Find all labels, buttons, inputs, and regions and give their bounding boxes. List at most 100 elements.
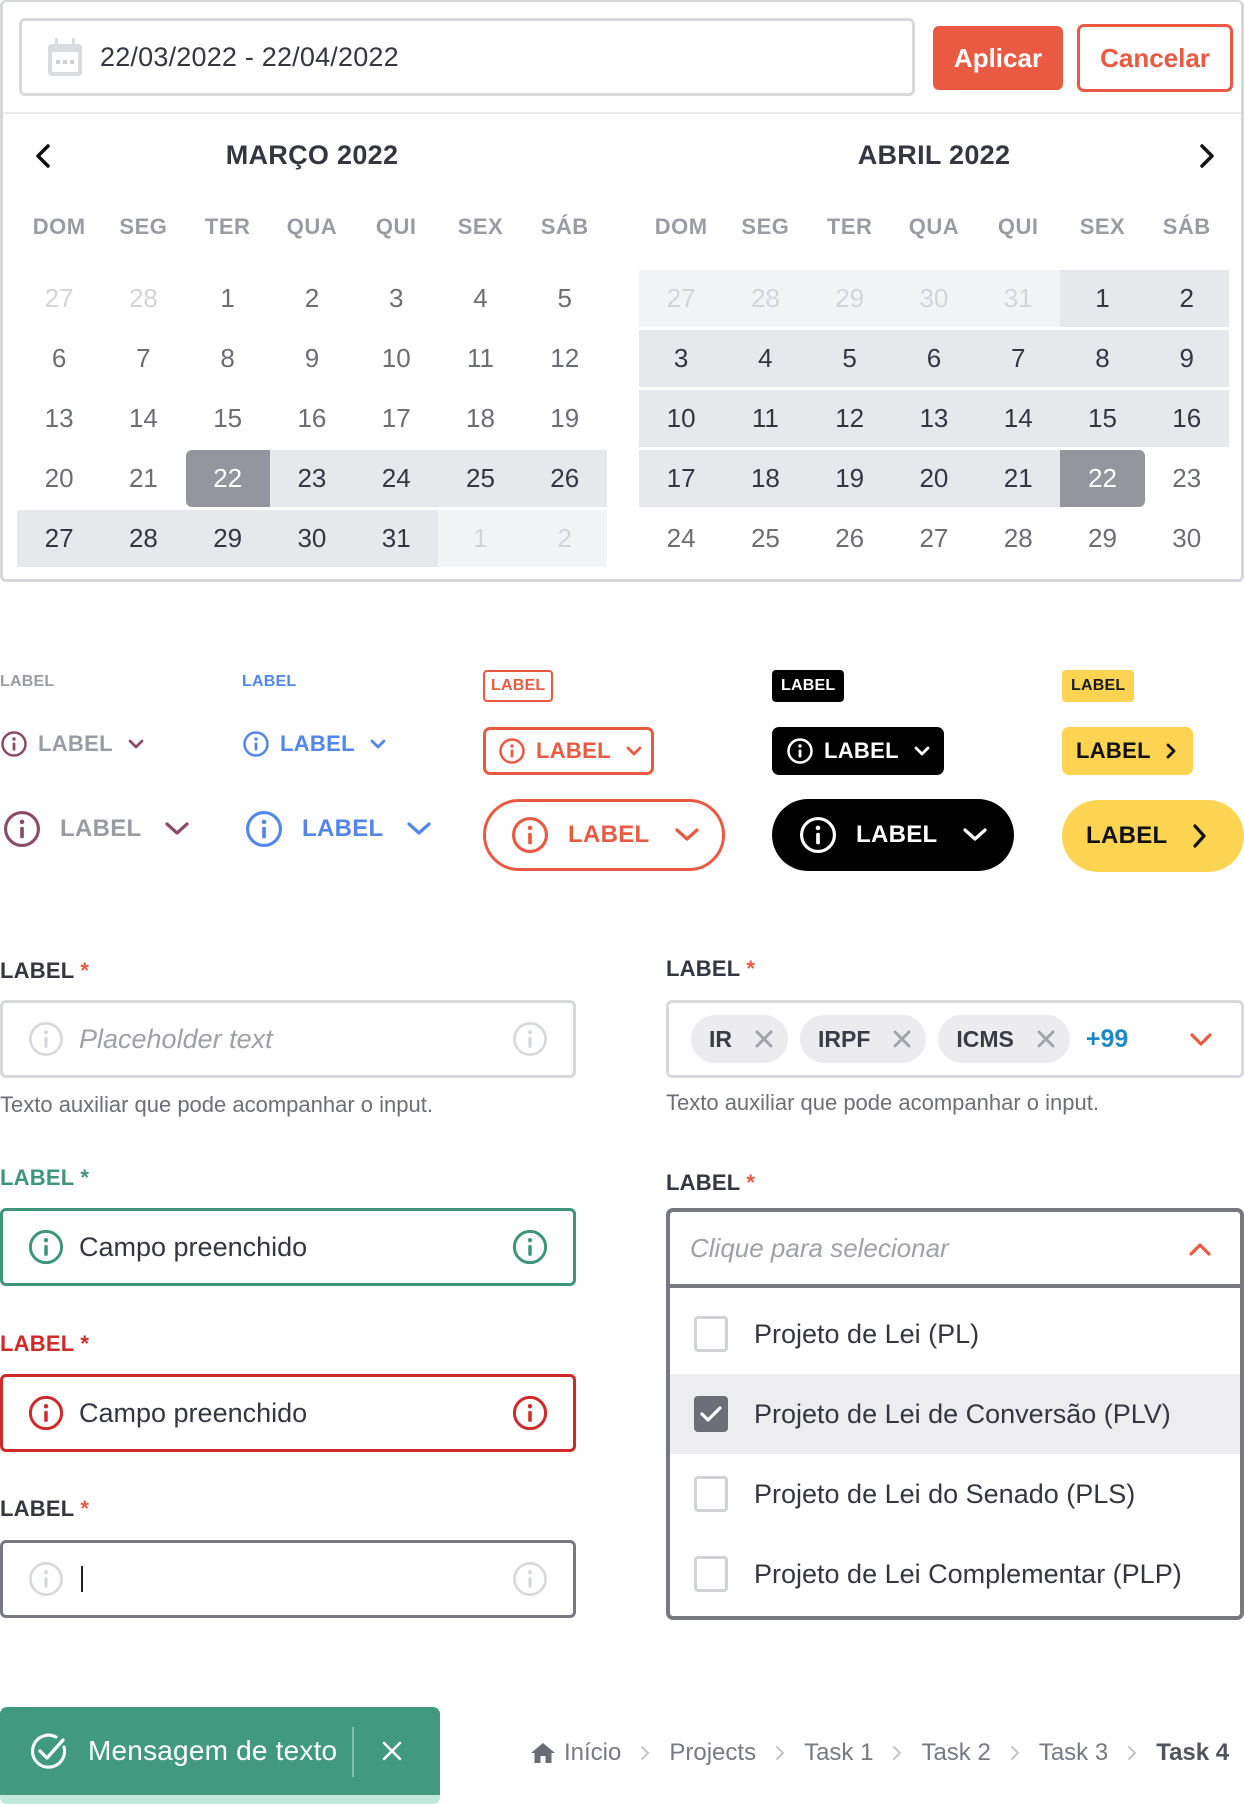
date-range-input[interactable]: 22/03/2022 - 22/04/2022 <box>19 18 915 96</box>
multi-select-field[interactable]: IR IRPF ICMS +99 <box>666 1000 1244 1078</box>
select-option[interactable]: Projeto de Lei do Senado (PLS) <box>670 1454 1240 1534</box>
tag-large-red-outline[interactable]: LABEL <box>483 799 725 871</box>
calendar-day[interactable]: 29 <box>185 510 270 567</box>
calendar-day[interactable]: 1 <box>1060 270 1145 327</box>
calendar-day[interactable]: 28 <box>723 270 808 327</box>
calendar-day[interactable]: 12 <box>807 390 892 447</box>
calendar-day[interactable]: 18 <box>438 390 522 447</box>
breadcrumb-item-task-3[interactable]: Task 3 <box>1039 1739 1108 1767</box>
tag-medium-red-outline[interactable]: LABEL <box>483 727 654 775</box>
calendar-day[interactable]: 21 <box>976 450 1061 507</box>
close-icon[interactable] <box>892 1029 912 1049</box>
calendar-day[interactable]: 29 <box>807 270 892 327</box>
calendar-day[interactable]: 26 <box>808 510 892 567</box>
calendar-day[interactable]: 3 <box>639 330 724 387</box>
calendar-day[interactable]: 28 <box>976 510 1060 567</box>
text-field-error[interactable]: Campo preenchido <box>0 1374 576 1452</box>
calendar-day[interactable]: 31 <box>354 510 439 567</box>
calendar-day[interactable]: 11 <box>723 390 808 447</box>
calendar-day[interactable]: 27 <box>892 510 976 567</box>
calendar-day[interactable]: 4 <box>438 270 522 327</box>
calendar-day[interactable]: 16 <box>270 390 354 447</box>
calendar-day[interactable]: 9 <box>1144 330 1229 387</box>
select-trigger[interactable]: Clique para selecionar <box>670 1212 1240 1288</box>
checkbox[interactable] <box>694 1476 728 1512</box>
calendar-day[interactable]: 9 <box>270 330 354 387</box>
calendar-day[interactable]: 2 <box>1144 270 1229 327</box>
calendar-day[interactable]: 28 <box>101 510 186 567</box>
calendar-day[interactable]: 20 <box>17 450 101 507</box>
calendar-day[interactable]: 5 <box>523 270 607 327</box>
calendar-day[interactable]: 27 <box>17 270 101 327</box>
select-option[interactable]: Projeto de Lei Complementar (PLP) <box>670 1534 1240 1614</box>
chevron-down-icon[interactable] <box>1187 1027 1215 1053</box>
calendar-day[interactable]: 25 <box>723 510 807 567</box>
calendar-day[interactable]: 11 <box>438 330 522 387</box>
checkbox[interactable] <box>694 1556 728 1592</box>
calendar-day[interactable]: 21 <box>101 450 185 507</box>
calendar-day[interactable]: 12 <box>523 330 607 387</box>
calendar-day[interactable]: 15 <box>1060 390 1145 447</box>
close-icon[interactable] <box>754 1029 774 1049</box>
tag-medium-blue[interactable]: LABEL <box>242 720 387 768</box>
tag-large-yellow[interactable]: LABEL <box>1062 800 1244 872</box>
tag-medium-plain[interactable]: LABEL <box>0 720 145 768</box>
calendar-day[interactable]: 13 <box>891 390 977 447</box>
breadcrumb-item-projects[interactable]: Projects <box>669 1739 756 1767</box>
calendar-day[interactable]: 2 <box>522 510 607 567</box>
checkbox[interactable] <box>694 1316 728 1352</box>
calendar-day[interactable]: 15 <box>186 390 270 447</box>
calendar-day[interactable]: 14 <box>101 390 185 447</box>
tag-large-black[interactable]: LABEL <box>772 799 1014 871</box>
calendar-day[interactable]: 27 <box>639 270 724 327</box>
calendar-day[interactable]: 16 <box>1144 390 1229 447</box>
breadcrumb-item-task-2[interactable]: Task 2 <box>921 1739 990 1767</box>
breadcrumb-item-inicio[interactable]: Início <box>564 1739 621 1767</box>
close-icon[interactable] <box>1036 1029 1056 1049</box>
calendar-day[interactable]: 14 <box>976 390 1061 447</box>
calendar-day[interactable]: 6 <box>891 330 977 387</box>
cancel-button[interactable]: Cancelar <box>1077 24 1233 92</box>
calendar-day[interactable]: 20 <box>891 450 977 507</box>
calendar-day[interactable]: 8 <box>1060 330 1145 387</box>
chevron-up-icon[interactable] <box>1186 1236 1214 1262</box>
calendar-day[interactable]: 10 <box>639 390 724 447</box>
calendar-day[interactable]: 2 <box>270 270 354 327</box>
calendar-day-selected[interactable]: 22 <box>185 450 270 507</box>
calendar-day[interactable]: 1 <box>186 270 270 327</box>
tag-medium-yellow[interactable]: LABEL <box>1062 727 1193 775</box>
calendar-day[interactable]: 30 <box>269 510 355 567</box>
checkbox[interactable] <box>694 1396 728 1432</box>
calendar-day[interactable]: 6 <box>17 330 101 387</box>
text-field-focused[interactable] <box>0 1540 576 1618</box>
calendar-day[interactable]: 8 <box>186 330 270 387</box>
calendar-day[interactable]: 23 <box>269 450 355 507</box>
text-field-success[interactable]: Campo preenchido <box>0 1208 576 1286</box>
calendar-day[interactable]: 10 <box>354 330 438 387</box>
calendar-day[interactable]: 7 <box>976 330 1061 387</box>
tag-large-plain[interactable]: LABEL <box>2 793 190 865</box>
calendar-day[interactable]: 26 <box>522 450 607 507</box>
close-icon[interactable] <box>378 1733 406 1769</box>
calendar-day[interactable]: 24 <box>354 450 439 507</box>
tag-medium-black[interactable]: LABEL <box>772 727 944 775</box>
calendar-day[interactable]: 4 <box>723 330 808 387</box>
calendar-day[interactable]: 31 <box>976 270 1061 327</box>
tag-large-blue[interactable]: LABEL <box>244 793 432 865</box>
calendar-day[interactable]: 19 <box>523 390 607 447</box>
calendar-day[interactable]: 13 <box>17 390 101 447</box>
calendar-day[interactable]: 5 <box>807 330 892 387</box>
calendar-day-selected[interactable]: 22 <box>1060 450 1145 507</box>
calendar-day[interactable]: 7 <box>101 330 185 387</box>
calendar-day[interactable]: 1 <box>438 510 523 567</box>
calendar-day[interactable]: 29 <box>1060 510 1144 567</box>
more-count[interactable]: +99 <box>1086 1025 1128 1054</box>
calendar-day[interactable]: 23 <box>1145 450 1229 507</box>
calendar-day[interactable]: 30 <box>1145 510 1229 567</box>
select-option[interactable]: Projeto de Lei de Conversão (PLV) <box>670 1374 1240 1454</box>
calendar-day[interactable]: 3 <box>354 270 438 327</box>
calendar-day[interactable]: 17 <box>354 390 438 447</box>
calendar-day[interactable]: 19 <box>807 450 892 507</box>
text-field-placeholder[interactable]: Placeholder text <box>0 1000 576 1078</box>
apply-button[interactable]: Aplicar <box>933 26 1063 90</box>
